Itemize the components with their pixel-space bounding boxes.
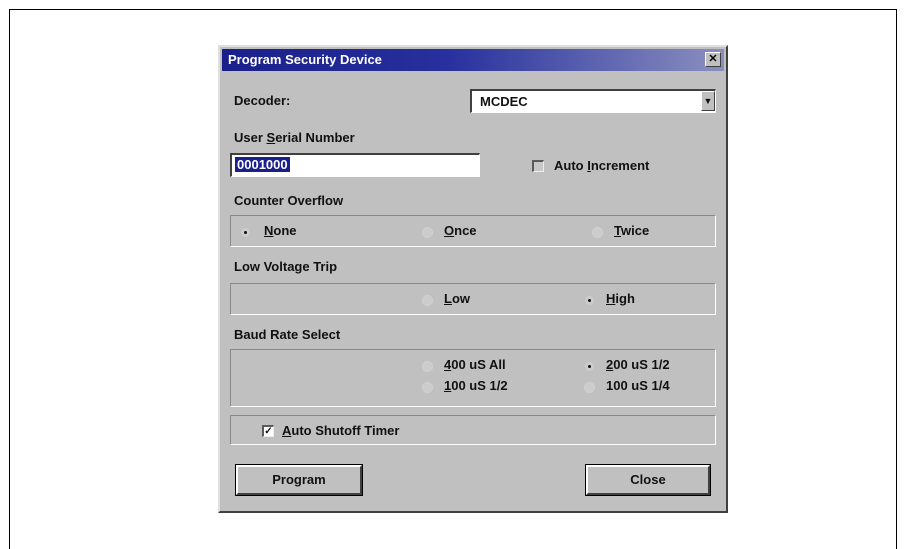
radio-400-us-all-label: 400 uS All: [444, 357, 506, 372]
auto-shutoff-checkbox[interactable]: ✓: [262, 425, 274, 437]
close-icon[interactable]: ✕: [705, 52, 721, 67]
auto-increment-checkbox[interactable]: [532, 160, 544, 172]
radio-400-us-all[interactable]: [422, 361, 433, 372]
radio-twice-label: Twice: [614, 223, 650, 238]
low-voltage-group: [230, 283, 716, 315]
auto-increment-label: Auto Increment: [554, 158, 650, 173]
radio-twice[interactable]: [592, 227, 603, 238]
serial-number-label: User Serial Number: [234, 130, 355, 145]
radio-200-us-half[interactable]: [584, 361, 595, 372]
radio-high[interactable]: [584, 295, 595, 306]
radio-once-label: Once: [444, 223, 477, 238]
counter-overflow-label: Counter Overflow: [234, 193, 344, 208]
radio-none[interactable]: [240, 227, 251, 238]
program-button[interactable]: Program: [235, 464, 363, 496]
radio-100-us-quarter-label: 100 uS 1/4: [606, 378, 670, 393]
serial-number-input[interactable]: 0001000: [230, 153, 480, 177]
radio-100-us-quarter[interactable]: [584, 382, 595, 393]
radio-high-label: High: [606, 291, 635, 306]
radio-100-us-half-label: 100 uS 1/2: [444, 378, 508, 393]
radio-once[interactable]: [422, 227, 433, 238]
serial-number-value: 0001000: [235, 157, 290, 172]
radio-100-us-half[interactable]: [422, 382, 433, 393]
auto-shutoff-label: Auto Shutoff Timer: [282, 423, 400, 438]
decoder-select[interactable]: MCDEC ▼: [470, 89, 716, 113]
title-bar[interactable]: Program Security Device ✕: [222, 49, 724, 71]
low-voltage-trip-label: Low Voltage Trip: [234, 259, 338, 274]
radio-low-label: Low: [444, 291, 471, 306]
decoder-value: MCDEC: [480, 94, 528, 109]
program-security-device-dialog: Program Security Device ✕ Decoder: MCDEC…: [218, 45, 728, 513]
decoder-label: Decoder:: [234, 93, 291, 108]
radio-none-label: None: [264, 223, 297, 238]
baud-rate-select-label: Baud Rate Select: [234, 327, 341, 342]
dialog-title: Program Security Device: [228, 52, 382, 67]
chevron-down-icon[interactable]: ▼: [701, 91, 715, 111]
radio-low[interactable]: [422, 295, 433, 306]
close-button[interactable]: Close: [585, 464, 711, 496]
radio-200-us-half-label: 200 uS 1/2: [606, 357, 670, 372]
